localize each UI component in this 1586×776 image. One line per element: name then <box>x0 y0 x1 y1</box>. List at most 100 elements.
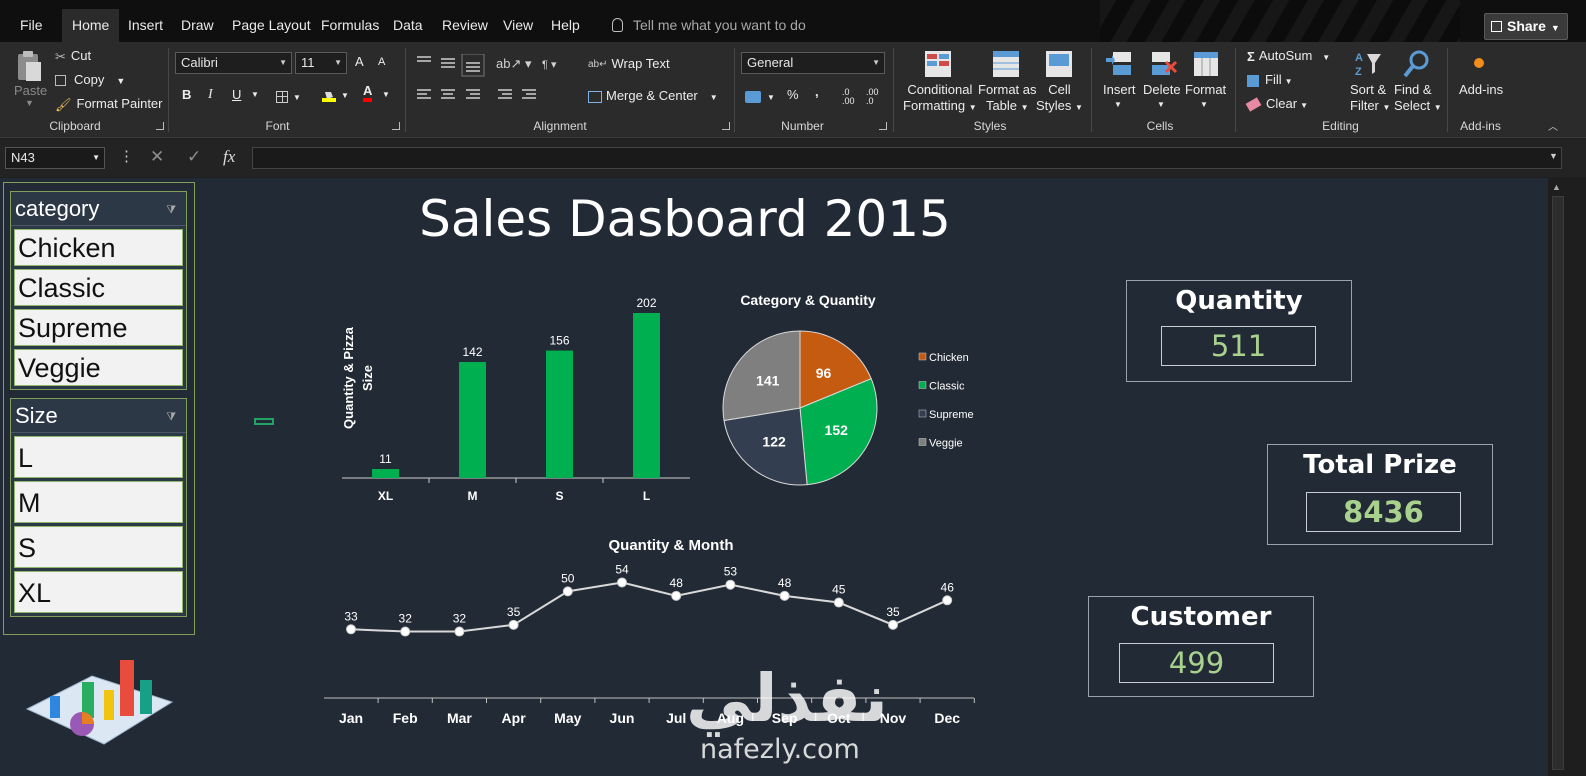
collapse-ribbon-icon[interactable]: ︿ <box>1548 118 1558 133</box>
cells-group-label: Cells <box>1146 119 1174 133</box>
pie-data-label: 96 <box>816 365 832 381</box>
chevron-down-icon: ▼ <box>1284 77 1293 86</box>
expand-formula-bar-icon[interactable]: ▼ <box>1549 151 1558 161</box>
merge-center-label: Merge & Center <box>606 88 698 103</box>
watermark-latin: nafezly.com <box>700 734 860 765</box>
worksheet-dashboard[interactable]: category ⧩ Chicken Classic Supreme Veggie… <box>0 178 1548 776</box>
line-point-nov <box>888 619 898 630</box>
fill-color-button[interactable]: ▼ <box>322 86 349 102</box>
copy-button[interactable]: Copy ▼ <box>55 72 125 87</box>
pie-legend-swatch <box>918 352 927 361</box>
font-launcher-icon[interactable] <box>392 122 400 130</box>
tab-data[interactable]: Data <box>393 10 423 40</box>
line-tick-label: Jun <box>610 710 635 726</box>
chevron-down-icon[interactable]: ▼ <box>1114 100 1122 109</box>
chevron-down-icon: ▼ <box>92 153 100 162</box>
alignment-icons[interactable]: ab↗ ▾ ¶ ▾ <box>414 54 574 114</box>
chevron-down-icon: ▼ <box>293 93 301 102</box>
bar-y-axis-label-line2: Size <box>360 365 375 391</box>
percent-button[interactable]: % <box>787 87 799 102</box>
chevron-down-icon[interactable]: ▼ <box>1157 100 1165 109</box>
alignment-launcher-icon[interactable] <box>722 122 730 130</box>
paste-button[interactable]: Paste <box>14 83 47 98</box>
format-cells-button[interactable]: Format <box>1185 82 1226 97</box>
clipboard-launcher-icon[interactable] <box>156 122 164 130</box>
format-as-table-line2: Table <box>985 98 1018 113</box>
tab-help[interactable]: Help <box>551 10 580 40</box>
cancel-formula-icon[interactable]: ✕ <box>150 147 164 167</box>
bar-y-axis-label-line1: Quantity & Pizza <box>341 326 356 429</box>
scrollbar-thumb[interactable] <box>1552 196 1564 770</box>
tab-home[interactable]: Home <box>62 9 120 42</box>
paste-chevron-icon[interactable]: ▼ <box>25 98 34 108</box>
insert-function-icon[interactable]: fx <box>223 147 235 167</box>
cut-button[interactable]: ✂ Cut <box>55 48 91 65</box>
sort-filter-button[interactable]: Sort & Filter ▼ <box>1350 82 1390 116</box>
font-name-combo[interactable]: Calibri ▼ <box>175 52 292 74</box>
pie-legend-swatch <box>918 438 927 446</box>
shrink-font-button[interactable]: A <box>378 56 385 68</box>
add-ins-button[interactable]: Add-ins <box>1459 82 1503 97</box>
font-size-value: 11 <box>301 55 315 70</box>
format-as-table-button[interactable]: Format as Table ▼ <box>978 82 1037 116</box>
borders-button[interactable]: ▼ <box>276 88 301 103</box>
ribbon-tab-bar: File Home Insert Draw Page Layout Formul… <box>0 0 1586 45</box>
chevron-down-icon: ▼ <box>334 58 342 67</box>
cell-styles-line1: Cell <box>1048 82 1071 97</box>
tab-page-layout[interactable]: Page Layout <box>232 10 311 40</box>
share-chevron-icon: ▼ <box>1550 23 1560 33</box>
more-options-icon[interactable]: ⋮ <box>119 147 134 165</box>
svg-text:¶ ▾: ¶ ▾ <box>542 59 557 71</box>
magnifier-icon <box>1402 50 1430 78</box>
comma-button[interactable]: , <box>815 84 819 99</box>
format-painter-label: Format Painter <box>76 96 163 111</box>
tab-review[interactable]: Review <box>442 10 488 40</box>
tab-insert[interactable]: Insert <box>128 10 163 40</box>
font-color-button[interactable]: A <box>363 84 373 102</box>
cell-styles-button[interactable]: Cell Styles ▼ <box>1036 82 1083 116</box>
fill-button[interactable]: Fill ▼ <box>1247 72 1293 87</box>
format-painter-button[interactable]: 🖌 Format Painter <box>55 96 163 113</box>
clear-button[interactable]: Clear ▼ <box>1245 96 1308 112</box>
font-size-combo[interactable]: 11 ▼ <box>295 52 347 74</box>
insert-cells-icon <box>1105 50 1133 78</box>
underline-chevron-icon[interactable]: ▼ <box>251 90 259 99</box>
enter-formula-icon[interactable]: ✓ <box>187 147 201 167</box>
bold-button[interactable]: B <box>182 87 191 102</box>
delete-cells-button[interactable]: Delete <box>1143 82 1181 97</box>
formula-input[interactable] <box>252 147 1562 169</box>
merge-center-button[interactable]: Merge & Center ▼ <box>588 88 718 103</box>
find-select-button[interactable]: Find & Select ▼ <box>1394 82 1442 116</box>
scroll-up-icon[interactable]: ▲ <box>1552 182 1561 192</box>
number-launcher-icon[interactable] <box>879 122 887 130</box>
conditional-formatting-button[interactable]: Conditional Formatting ▼ <box>903 82 977 116</box>
name-box[interactable]: N43 ▼ <box>5 147 105 169</box>
decrease-decimal-icon[interactable]: .00.0 <box>866 88 879 106</box>
autosum-button[interactable]: Σ AutoSum ▼ <box>1247 48 1330 64</box>
paste-icon[interactable] <box>15 50 43 81</box>
accounting-format-button[interactable]: ▼ <box>745 88 775 103</box>
line-tick-label: Apr <box>502 710 527 726</box>
vertical-scrollbar[interactable]: ▲ <box>1548 178 1586 776</box>
conditional-formatting-line1: Conditional <box>907 82 973 97</box>
name-box-value: N43 <box>11 150 35 165</box>
tab-file[interactable]: File <box>20 10 43 40</box>
chevron-down-icon[interactable]: ▼ <box>1200 100 1208 109</box>
tell-me-search[interactable]: Tell me what you want to do <box>612 10 806 40</box>
wrap-text-button[interactable]: ab↵ Wrap Text <box>588 56 670 71</box>
font-color-chevron-icon[interactable]: ▼ <box>382 90 390 99</box>
share-button[interactable]: Share ▼ <box>1484 13 1568 40</box>
add-ins-icon <box>1474 58 1484 68</box>
grow-font-button[interactable]: A <box>355 54 364 69</box>
underline-button[interactable]: U <box>232 87 241 102</box>
italic-button[interactable]: I <box>208 87 213 103</box>
sort-filter-icon: AZ <box>1355 50 1383 78</box>
tab-draw[interactable]: Draw <box>181 10 214 40</box>
group-separator <box>405 48 406 132</box>
tab-view[interactable]: View <box>503 10 533 40</box>
sort-filter-line2: Filter <box>1350 98 1379 113</box>
insert-cells-button[interactable]: Insert <box>1103 82 1136 97</box>
increase-decimal-icon[interactable]: .0.00 <box>842 88 855 106</box>
number-format-combo[interactable]: General ▼ <box>741 52 885 74</box>
tab-formulas[interactable]: Formulas <box>321 10 379 40</box>
